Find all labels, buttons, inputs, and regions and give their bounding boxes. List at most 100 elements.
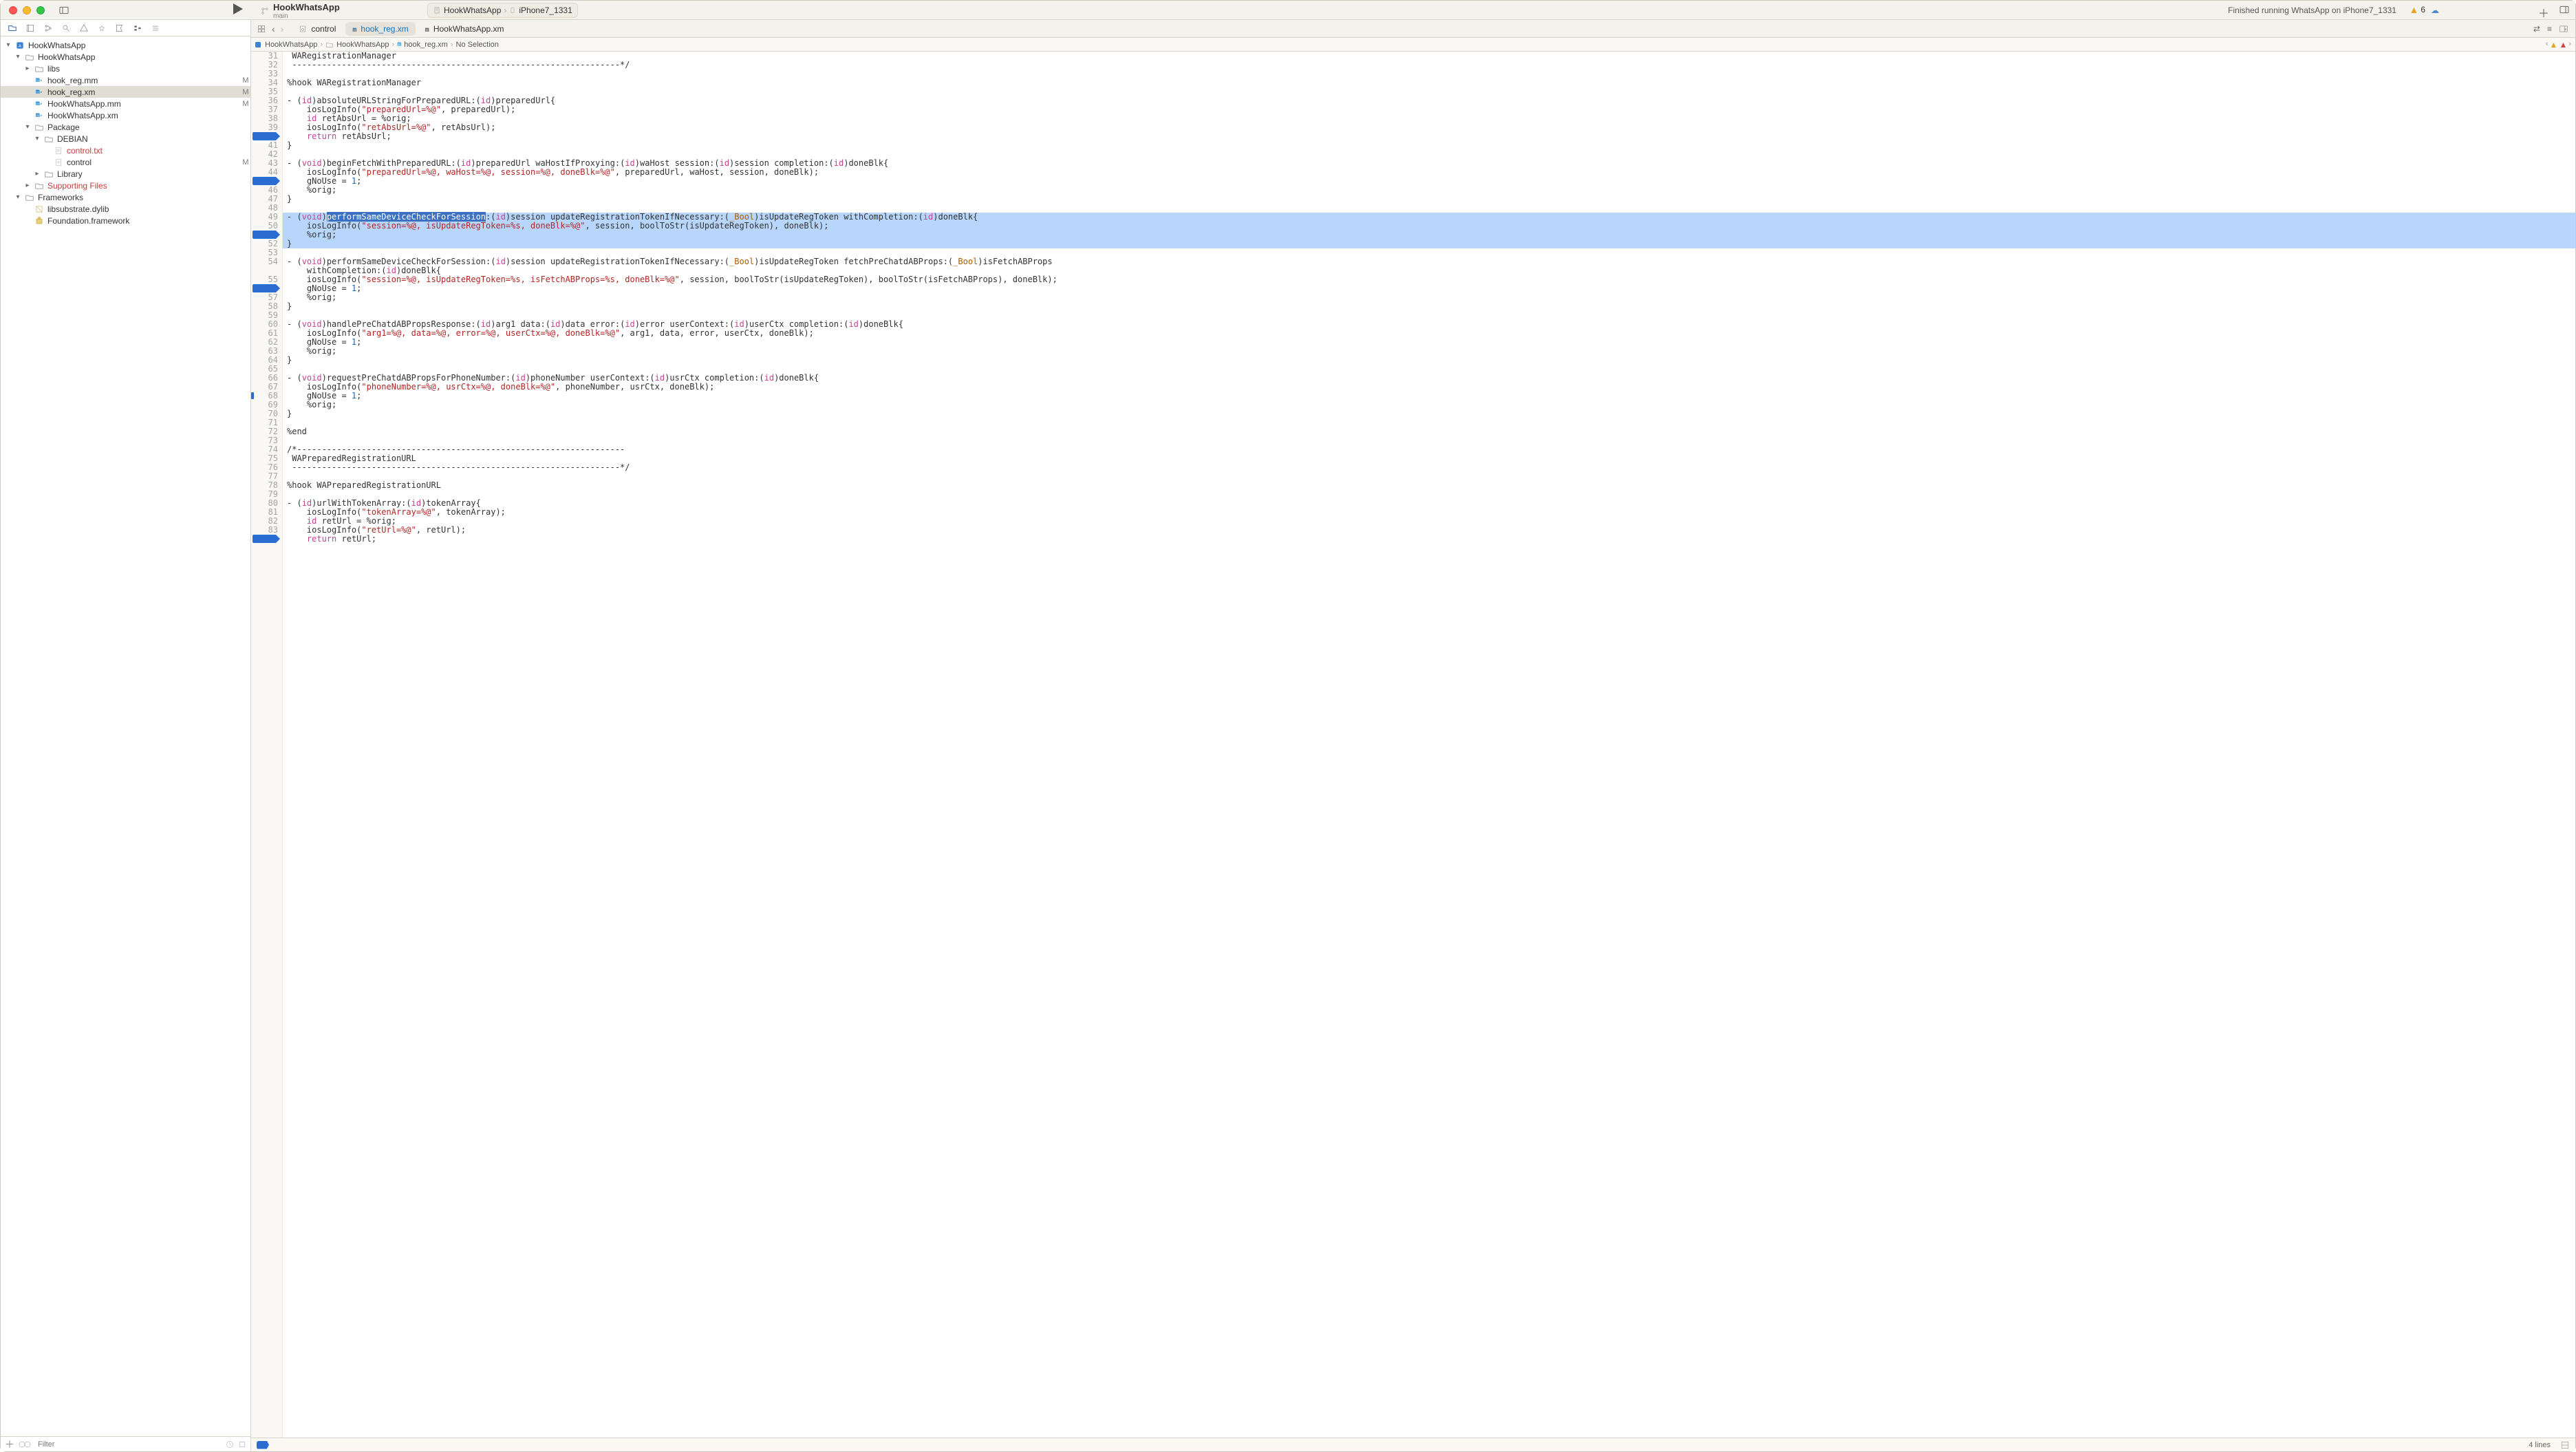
- gutter-line[interactable]: 40: [251, 132, 282, 141]
- code-line[interactable]: [283, 472, 2575, 481]
- tree-row[interactable]: Foundation.framework: [1, 215, 250, 226]
- code-line[interactable]: [283, 418, 2575, 427]
- code-line[interactable]: ----------------------------------------…: [283, 463, 2575, 472]
- code-line[interactable]: gNoUse = 1;: [283, 177, 2575, 186]
- code-line[interactable]: iosLogInfo("arg1=%@, data=%@, error=%@, …: [283, 329, 2575, 338]
- tree-row[interactable]: control.txt: [1, 145, 250, 156]
- code-line[interactable]: id retAbsUrl = %orig;: [283, 114, 2575, 123]
- tree-row[interactable]: m,HookWhatsApp.xm: [1, 109, 250, 121]
- minimize-window-button[interactable]: [23, 6, 31, 14]
- breakpoint-navigator-icon[interactable]: [133, 23, 142, 33]
- jump-bar[interactable]: HookWhatsApp › HookWhatsApp › m hook_reg…: [251, 38, 2575, 52]
- code-line[interactable]: return retUrl;: [283, 535, 2575, 544]
- code-line[interactable]: }: [283, 239, 2575, 248]
- disclosure-open-icon[interactable]: ▾: [14, 53, 21, 61]
- cloud-status-icon[interactable]: ☁︎: [2431, 6, 2439, 15]
- code-line[interactable]: /*--------------------------------------…: [283, 445, 2575, 454]
- code-line[interactable]: id retUrl = %orig;: [283, 517, 2575, 526]
- filter-scope-button[interactable]: [19, 1440, 32, 1449]
- editor-tab[interactable]: mHookWhatsApp.xm: [418, 22, 511, 36]
- disclosure-open-icon[interactable]: ▾: [24, 123, 31, 131]
- code-line[interactable]: gNoUse = 1;: [283, 392, 2575, 401]
- code-line[interactable]: iosLogInfo("session=%@, isUpdateRegToken…: [283, 275, 2575, 284]
- run-destination[interactable]: HookWhatsApp › iPhone7_1331: [427, 3, 578, 18]
- code-line[interactable]: iosLogInfo("tokenArray=%@", tokenArray);: [283, 508, 2575, 517]
- code-line[interactable]: iosLogInfo("preparedUrl=%@", preparedUrl…: [283, 105, 2575, 114]
- scm-filter-icon[interactable]: [238, 1440, 246, 1449]
- tree-row[interactable]: ▾HookWhatsApp: [1, 51, 250, 63]
- source-control-navigator-icon[interactable]: [25, 23, 35, 33]
- scheme-selector[interactable]: HookWhatsApp main: [261, 2, 340, 20]
- find-navigator-icon[interactable]: [61, 23, 71, 33]
- issue-navigator-icon[interactable]: [79, 23, 89, 33]
- tree-row[interactable]: libsubstrate.dylib: [1, 203, 250, 215]
- code-line[interactable]: - (id)urlWithTokenArray:(id)tokenArray{: [283, 499, 2575, 508]
- tree-row[interactable]: ▾AHookWhatsApp: [1, 39, 250, 51]
- code-line[interactable]: %orig;: [283, 401, 2575, 409]
- test-navigator-icon[interactable]: [97, 23, 107, 33]
- code-line[interactable]: ----------------------------------------…: [283, 61, 2575, 70]
- add-editor-icon[interactable]: [2559, 24, 2568, 34]
- code-line[interactable]: %end: [283, 427, 2575, 436]
- tree-row[interactable]: ▸Supporting Files: [1, 180, 250, 191]
- jump-bar-issue-nav[interactable]: ‹ ▲ ▲ ›: [2546, 40, 2571, 50]
- code-content[interactable]: WARegistrationManager ------------------…: [283, 52, 2575, 1438]
- close-window-button[interactable]: [9, 6, 17, 14]
- sidebar-toggle-icon[interactable]: [58, 5, 69, 16]
- filter-input[interactable]: [36, 1440, 222, 1449]
- source-editor[interactable]: 3132333435363738394041424344454647484950…: [251, 52, 2575, 1438]
- minimap-toggle-icon[interactable]: [2560, 1440, 2570, 1450]
- code-line[interactable]: iosLogInfo("preparedUrl=%@, waHost=%@, s…: [283, 168, 2575, 177]
- tree-row[interactable]: m,HookWhatsApp.mmM: [1, 98, 250, 109]
- gutter-line[interactable]: 54: [251, 257, 282, 266]
- code-line[interactable]: [283, 87, 2575, 96]
- code-line[interactable]: }: [283, 302, 2575, 311]
- add-file-button[interactable]: ＋: [5, 1438, 14, 1451]
- breakpoint-toggle-icon[interactable]: [257, 1441, 269, 1449]
- zoom-window-button[interactable]: [36, 6, 45, 14]
- editor-tab[interactable]: mhook_reg.xm: [345, 22, 415, 36]
- code-line[interactable]: [283, 490, 2575, 499]
- code-review-icon[interactable]: ⇄: [2533, 24, 2540, 34]
- code-line[interactable]: [283, 70, 2575, 78]
- file-tree[interactable]: ▾AHookWhatsApp▾HookWhatsApp▸libsm,hook_r…: [1, 36, 250, 1436]
- tree-row[interactable]: m,hook_reg.xmM: [1, 86, 250, 98]
- code-line[interactable]: [283, 436, 2575, 445]
- add-button[interactable]: ＋: [2538, 4, 2549, 21]
- code-line[interactable]: iosLogInfo("phoneNumber=%@, usrCtx=%@, d…: [283, 383, 2575, 392]
- project-navigator-icon[interactable]: [8, 23, 17, 33]
- code-line[interactable]: }: [283, 195, 2575, 204]
- disclosure-open-icon[interactable]: ▾: [14, 193, 21, 201]
- disclosure-closed-icon[interactable]: ▸: [34, 170, 41, 178]
- adjust-editor-icon[interactable]: ≡: [2547, 24, 2552, 34]
- related-items-icon[interactable]: [257, 24, 266, 34]
- editor-tab[interactable]: control: [292, 22, 343, 36]
- prev-issue-icon[interactable]: ‹: [2546, 40, 2548, 50]
- code-line[interactable]: %hook WAPreparedRegistrationURL: [283, 481, 2575, 490]
- gutter-line[interactable]: 45: [251, 177, 282, 186]
- tree-row[interactable]: ▸Library: [1, 168, 250, 180]
- recent-filter-icon[interactable]: [226, 1440, 234, 1449]
- code-line[interactable]: }: [283, 409, 2575, 418]
- symbol-navigator-icon[interactable]: [43, 23, 53, 33]
- debug-navigator-icon[interactable]: [115, 23, 125, 33]
- code-line[interactable]: iosLogInfo("retUrl=%@", retUrl);: [283, 526, 2575, 535]
- code-line[interactable]: iosLogInfo("session=%@, isUpdateRegToken…: [283, 222, 2575, 231]
- code-line[interactable]: }: [283, 356, 2575, 365]
- run-button[interactable]: [233, 3, 243, 17]
- issues-warning-badge[interactable]: ▲ 6: [2409, 4, 2425, 15]
- tree-row[interactable]: ▾Frameworks: [1, 191, 250, 203]
- gutter-line[interactable]: 56: [251, 284, 282, 293]
- disclosure-open-icon[interactable]: ▾: [34, 135, 41, 142]
- code-line[interactable]: }: [283, 141, 2575, 150]
- disclosure-closed-icon[interactable]: ▸: [24, 65, 31, 72]
- tree-row[interactable]: m,hook_reg.mmM: [1, 74, 250, 86]
- tree-row[interactable]: controlM: [1, 156, 250, 168]
- code-line[interactable]: %hook WARegistrationManager: [283, 78, 2575, 87]
- nav-back-button[interactable]: ‹: [272, 23, 275, 34]
- code-line[interactable]: %orig;: [283, 347, 2575, 356]
- code-line[interactable]: %orig;: [283, 231, 2575, 239]
- code-line[interactable]: %orig;: [283, 186, 2575, 195]
- code-line[interactable]: - (id)absoluteURLStringForPreparedURL:(i…: [283, 96, 2575, 105]
- report-navigator-icon[interactable]: [151, 23, 160, 33]
